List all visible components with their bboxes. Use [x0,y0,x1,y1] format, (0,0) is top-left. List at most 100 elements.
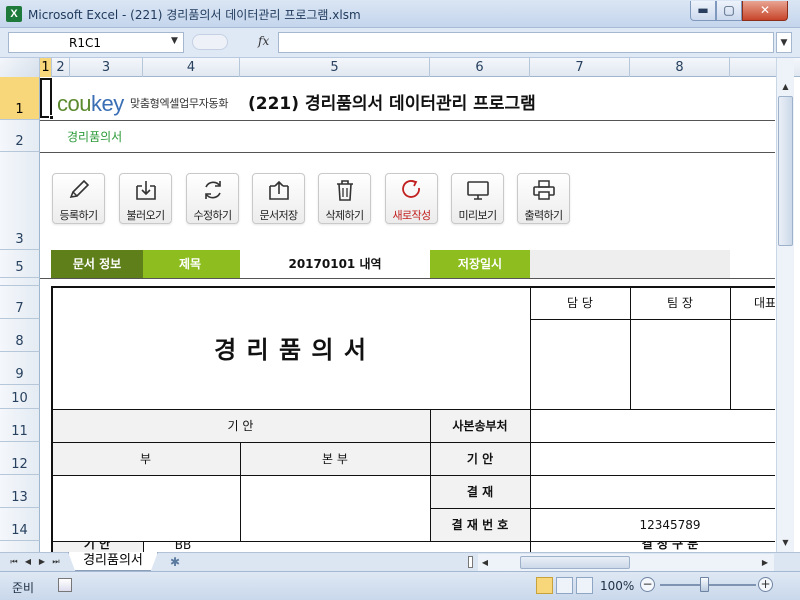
row-header-12[interactable]: 12 [0,442,40,475]
close-button[interactable]: ✕ [742,1,788,21]
horizontal-scrollbar[interactable]: ◀ ▶ [478,554,774,571]
zoom-in-icon[interactable]: + [758,577,773,592]
row-header-6[interactable] [0,278,40,286]
document-title: (221) 경리품의서 데이터관리 프로그램 [248,94,536,114]
sheet-tab-active[interactable]: 경리품의서 [68,552,158,571]
row-header-14[interactable]: 14 [0,508,40,541]
copy-dept-text: 사본송부처 [452,419,508,433]
form-top-border [51,286,775,288]
next-sheet-icon[interactable]: ▶ [36,556,48,568]
form-line-13 [51,475,775,476]
column-header-6[interactable]: 6 [430,58,530,77]
row-header-3[interactable]: 3 [0,152,40,250]
column-header-4[interactable]: 4 [143,58,240,77]
form-line-12 [51,442,775,443]
formula-dots-handle[interactable] [192,34,228,50]
form-line-15 [51,541,775,542]
title-value-cell[interactable]: 20170101 내역 [240,250,430,278]
zoom-level[interactable]: 100% [600,579,634,593]
row-header-10[interactable]: 10 [0,385,40,409]
logo-main-text: cou [57,91,91,116]
modify-label: 수정하기 [193,209,232,222]
insert-sheet-icon[interactable]: ✱ [162,554,188,570]
last-sheet-icon[interactable]: ⏭ [50,556,62,568]
preview-button[interactable]: 미리보기 [451,173,504,224]
scroll-right-icon[interactable]: ▶ [758,554,772,571]
doc-info-label: 문서 정보 [51,250,143,278]
column-header-7[interactable]: 7 [530,58,630,77]
active-cell-cursor[interactable] [40,78,52,118]
form-line-14 [430,508,775,509]
row-header-9[interactable]: 9 [0,352,40,385]
page-break-view-icon[interactable] [576,577,593,594]
subtitle-divider [40,152,775,153]
row15-mid-text: BB [174,541,192,552]
horizontal-scroll-thumb[interactable] [520,556,630,569]
select-all-corner[interactable] [0,58,40,77]
approval-teamlead-text: 팀 장 [667,296,693,310]
approval-divider-1 [630,286,631,409]
load-label: 불러오기 [126,209,165,222]
row-header-15[interactable] [0,541,40,552]
row-header-8[interactable]: 8 [0,319,40,352]
vertical-scrollbar[interactable]: ▲ ▼ [776,58,794,552]
approval-no-value-cell[interactable]: 12345789 [530,508,775,541]
row15-mid-cell: BB [143,541,223,552]
dept-header-cell: 부 [51,442,240,475]
save-doc-button[interactable]: 문서저장 [252,173,305,224]
prev-sheet-icon[interactable]: ◀ [22,556,34,568]
column-header-1[interactable]: 1 [40,58,52,77]
scroll-left-icon[interactable]: ◀ [478,554,492,571]
window-title: Microsoft Excel - (221) 경리품의서 데이터관리 프로그램… [28,8,361,22]
save-date-label: 저장일시 [430,250,530,278]
delete-button[interactable]: 삭제하기 [318,173,371,224]
macro-record-icon[interactable] [58,578,72,592]
row-header-1[interactable]: 1 [0,77,40,120]
maximize-button[interactable]: ▢ [716,1,742,21]
new-doc-button[interactable]: 새로작성 [385,173,438,224]
draft-header-text: 기 안 [227,419,254,433]
column-header-3[interactable]: 3 [70,58,143,77]
tab-split-handle[interactable] [468,556,473,568]
row-header-5[interactable]: 5 [0,250,40,278]
excel-app-icon[interactable]: X [6,6,22,22]
page-layout-view-icon[interactable] [556,577,573,594]
column-header-overflow[interactable] [730,58,776,77]
row-header-11[interactable]: 11 [0,409,40,442]
register-button[interactable]: 등록하기 [52,173,105,224]
approval-left-border [530,286,531,409]
zoom-slider-thumb[interactable] [700,577,709,592]
title-bar: X Microsoft Excel - (221) 경리품의서 데이터관리 프로… [0,0,800,28]
row15-right-text: 결 정 구 분 [641,541,699,551]
row-header-7[interactable]: 7 [0,286,40,319]
chevron-down-icon[interactable]: ▼ [171,36,178,46]
scroll-down-icon[interactable]: ▼ [777,534,794,551]
scroll-up-icon[interactable]: ▲ [777,78,794,95]
sheet-tab-bar: ⏮ ◀ ▶ ⏭ 경리품의서 ✱ ◀ ▶ [0,552,800,571]
header-divider [40,120,775,121]
load-button[interactable]: 불러오기 [119,173,172,224]
formula-input[interactable] [278,32,774,53]
column-header-5[interactable]: 5 [240,58,430,77]
column-header-8[interactable]: 8 [630,58,730,77]
worksheet-grid[interactable]: coukey 맞춤형엑셀업무자동화 (221) 경리품의서 데이터관리 프로그램… [40,77,775,552]
trash-icon [337,180,353,201]
row-header-13[interactable]: 13 [0,475,40,508]
main-office-header-cell: 본 부 [240,442,430,475]
fx-icon[interactable]: fx [258,34,269,48]
zoom-out-icon[interactable]: − [640,577,655,592]
print-button[interactable]: 출력하기 [517,173,570,224]
row-header-2[interactable]: 2 [0,120,40,152]
name-box[interactable]: R1C1 ▼ [8,32,184,53]
expand-formula-icon[interactable]: ▼ [776,32,792,53]
column-header-2[interactable]: 2 [52,58,70,77]
modify-button[interactable]: 수정하기 [186,173,239,224]
save-doc-label: 문서저장 [259,209,298,222]
vertical-scroll-thumb[interactable] [778,96,793,246]
save-date-value-cell[interactable] [530,250,730,278]
printer-icon [533,180,555,200]
form-left-border [51,286,53,552]
minimize-button[interactable]: ▬ [690,1,716,21]
normal-view-icon[interactable] [536,577,553,594]
first-sheet-icon[interactable]: ⏮ [8,556,20,568]
